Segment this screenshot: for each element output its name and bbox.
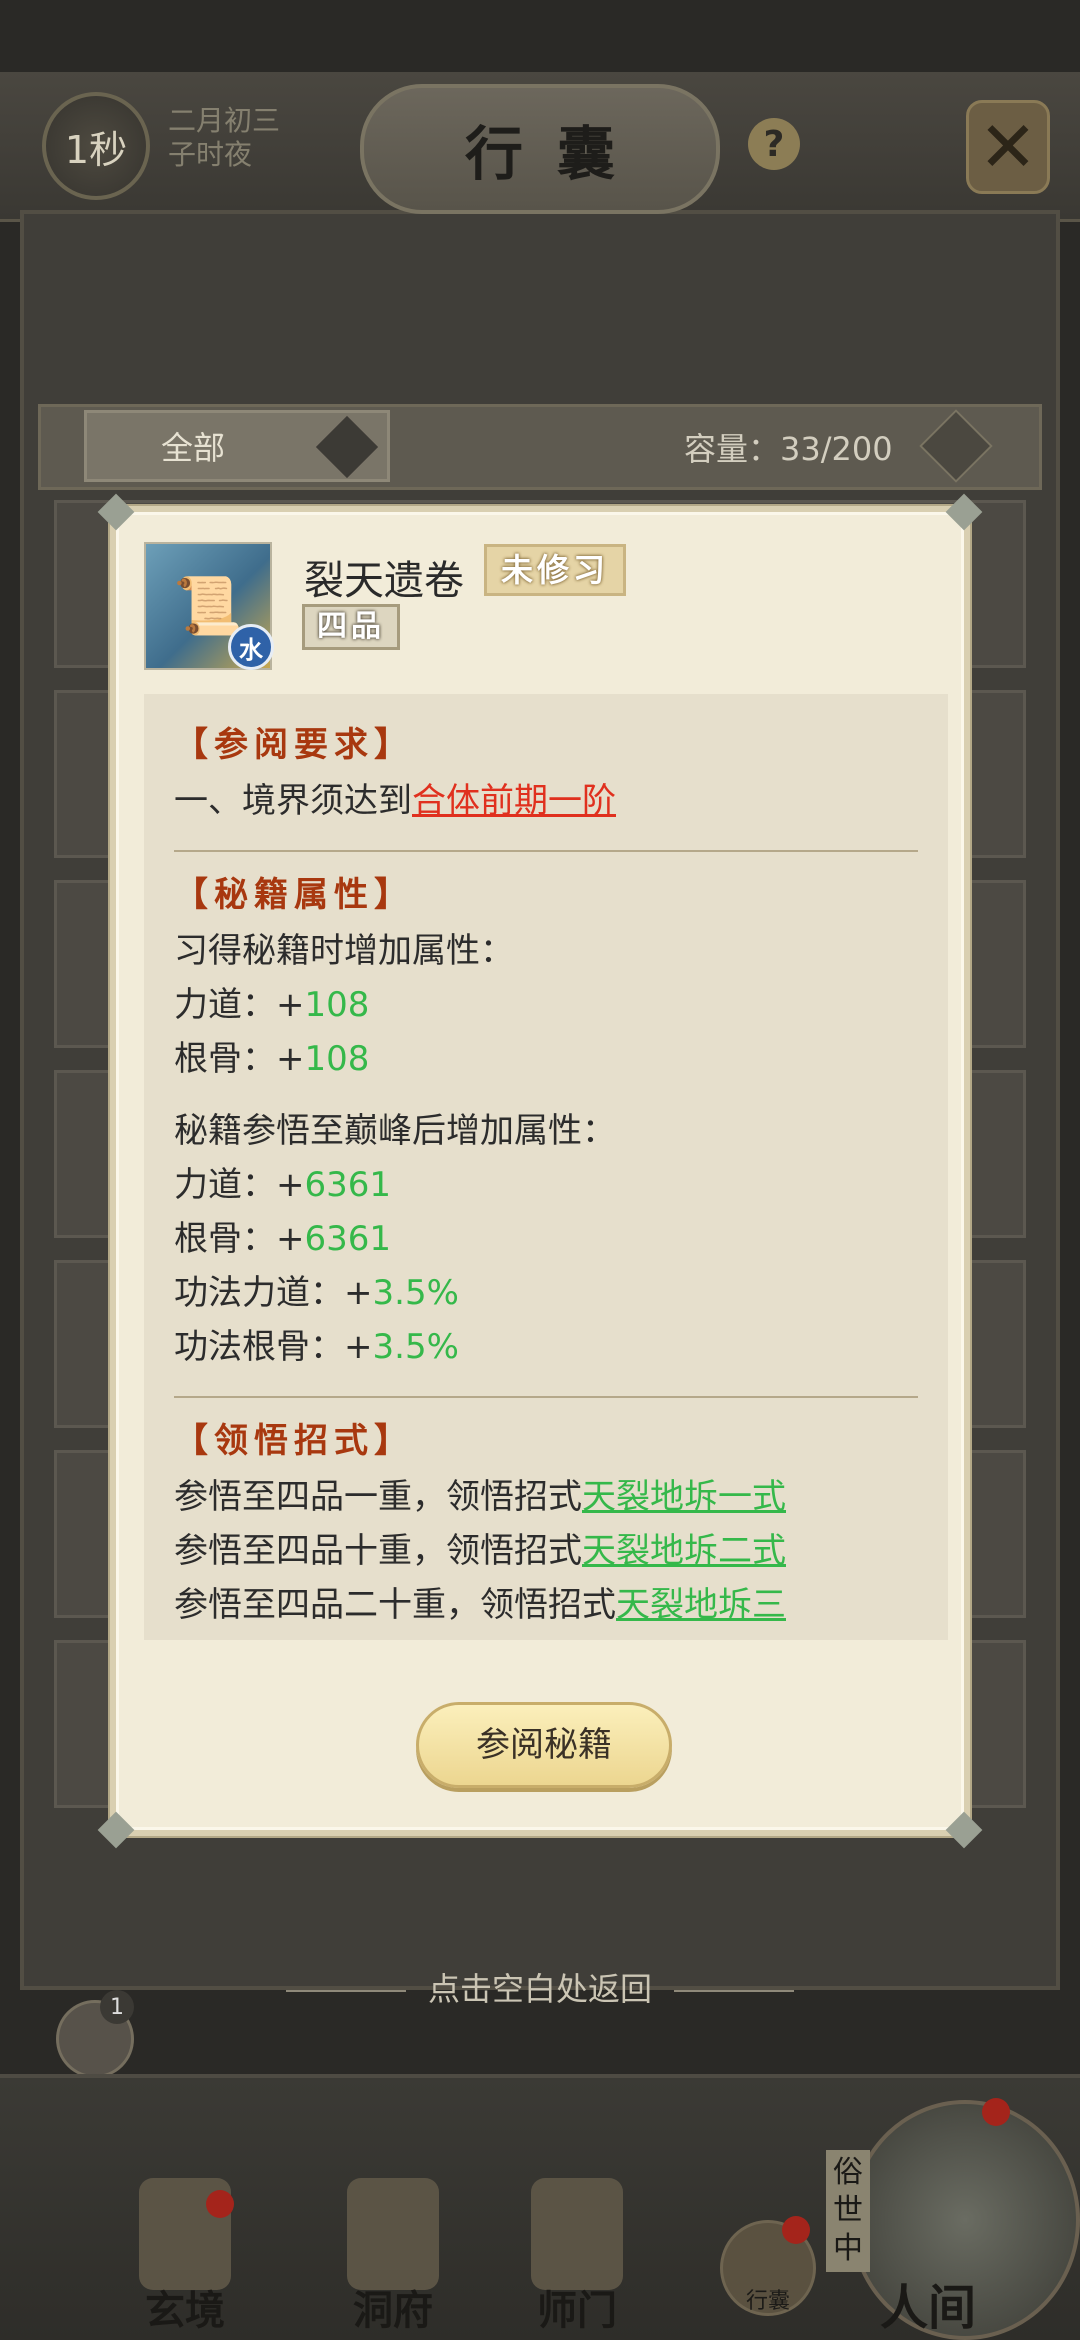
requirement-prefix: 一、境界须达到 [174, 781, 412, 821]
divider [174, 1396, 918, 1398]
attribute-label: 力道：+ [174, 1165, 305, 1205]
capacity-label: 容量：33/200 [684, 430, 893, 468]
pavilion-icon [347, 2178, 439, 2290]
skills-title: 【领悟招式】 [174, 1421, 414, 1461]
skill-line: 参悟至四品一重，领悟招式天裂地坼一式 [174, 1470, 918, 1524]
skill-link[interactable]: 天裂地坼一式 [582, 1477, 786, 1517]
category-dropdown[interactable]: 全部 [84, 410, 390, 482]
notification-dot [982, 2098, 1010, 2126]
peak-attrs-header: 秘籍参悟至巅峰后增加属性： [174, 1111, 616, 1151]
world-side-label: 俗世中 [826, 2150, 870, 2272]
attribute-line: 力道：+108 [174, 978, 918, 1032]
date-line-2: 子时夜 [168, 138, 253, 171]
page-title: 行囊 [464, 120, 649, 188]
game-date: 二月初三 子时夜 [168, 104, 280, 172]
dismiss-hint-text: 点击空白处返回 [427, 1970, 652, 2008]
skill-line: 参悟至四品十重，领悟招式天裂地坼二式 [174, 1524, 918, 1578]
notification-dot [782, 2216, 810, 2244]
read-manual-button[interactable]: 参阅秘籍 [416, 1702, 672, 1788]
attribute-label: 力道：+ [174, 985, 305, 1025]
attribute-value: 108 [304, 985, 370, 1025]
attribute-label: 功法力道：+ [174, 1273, 373, 1313]
chat-count-badge: 1 [100, 1990, 134, 2024]
nav-label: 玄境 [145, 2287, 225, 2334]
divider [174, 850, 918, 852]
attribute-label: 根骨：+ [174, 1219, 305, 1259]
attribute-value: 3.5% [372, 1273, 459, 1313]
skill-prefix: 参悟至四品二十重，领悟招式 [174, 1585, 616, 1625]
help-icon[interactable]: ? [748, 118, 800, 170]
attribute-line: 根骨：+108 [174, 1032, 918, 1086]
attribute-line: 功法力道：+3.5% [174, 1266, 918, 1320]
attribute-value: 6361 [304, 1219, 392, 1259]
nav-item-shimen[interactable]: 师门 [502, 2178, 652, 2338]
attribute-value: 108 [304, 1039, 370, 1079]
banner-icon [531, 2178, 623, 2290]
nav-item-dongfu[interactable]: 洞府 [318, 2178, 468, 2338]
requirement-line: 一、境界须达到合体前期一阶 [174, 774, 918, 828]
skill-link[interactable]: 天裂地坼三 [616, 1585, 786, 1625]
nav-label: 师门 [537, 2287, 617, 2334]
item-description[interactable]: 【参阅要求】 一、境界须达到合体前期一阶 【秘籍属性】 习得秘籍时增加属性： 力… [144, 694, 948, 1640]
notification-dot [206, 2190, 234, 2218]
skill-prefix: 参悟至四品十重，领悟招式 [174, 1531, 582, 1571]
timer-badge: 1秒 [42, 92, 150, 200]
bag-label: 行囊 [745, 2289, 790, 2314]
nav-item-xuanjing[interactable]: 玄境 [110, 2178, 260, 2338]
category-selected: 全部 [161, 429, 226, 467]
item-name: 裂天遗卷 [304, 558, 464, 604]
skill-prefix: 参悟至四品一重，领悟招式 [174, 1477, 582, 1517]
nav-label: 洞府 [353, 2287, 433, 2334]
attribute-value: 6361 [304, 1165, 392, 1205]
close-icon[interactable]: ✕ [966, 100, 1050, 194]
attribute-value: 3.5% [372, 1327, 459, 1367]
learn-attrs-header: 习得秘籍时增加属性： [174, 931, 514, 971]
requirements-title: 【参阅要求】 [174, 725, 414, 765]
realm-requirement-link[interactable]: 合体前期一阶 [412, 781, 616, 821]
dismiss-hint[interactable]: 点击空白处返回 [0, 1964, 1080, 2010]
skill-link[interactable]: 天裂地坼二式 [582, 1531, 786, 1571]
attributes-title: 【秘籍属性】 [174, 875, 414, 915]
attribute-label: 功法根骨：+ [174, 1327, 373, 1367]
skill-line: 参悟至四品二十重，领悟招式天裂地坼三 [174, 1578, 918, 1632]
title-plate: 行囊 [360, 84, 720, 214]
item-detail-dialog: 📜 水 裂天遗卷 未修习 四品 【参阅要求】 一、境界须达到合体前期一阶 【秘籍… [97, 493, 983, 1849]
date-line-1: 二月初三 [168, 104, 281, 137]
learn-status-badge: 未修习 [484, 544, 627, 596]
chevron-down-icon [315, 415, 379, 479]
grade-badge: 四品 [302, 604, 400, 650]
attribute-line: 根骨：+6361 [174, 1212, 918, 1266]
attribute-line: 力道：+6361 [174, 1158, 918, 1212]
attribute-label: 根骨：+ [174, 1039, 305, 1079]
attribute-line: 功法根骨：+3.5% [174, 1320, 918, 1374]
world-label: 人间 [880, 2280, 977, 2336]
element-badge: 水 [228, 624, 274, 670]
